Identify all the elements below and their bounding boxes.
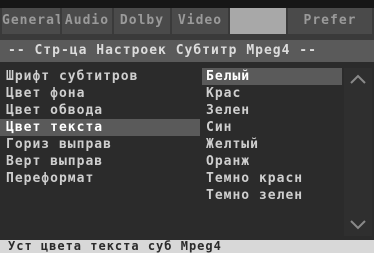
option-yellow[interactable]: Желтый: [202, 136, 342, 153]
tab-general[interactable]: General: [2, 8, 60, 34]
tab-audio[interactable]: Audio: [62, 8, 112, 34]
page-title: -- Стр-ца Настроек Субтитр Mpeg4 --: [0, 40, 374, 62]
setting-background-color[interactable]: Цвет фона: [0, 85, 200, 102]
settings-panel: Шрифт субтитров Цвет фона Цвет обвода Цв…: [0, 62, 374, 240]
option-green[interactable]: Зелен: [202, 102, 342, 119]
chevron-up-icon[interactable]: [350, 74, 366, 84]
tab-video[interactable]: Video: [172, 8, 228, 34]
tab-prefer[interactable]: Prefer: [288, 8, 372, 34]
option-white[interactable]: Белый: [202, 68, 342, 85]
setting-vertical-align[interactable]: Верт выправ: [0, 153, 200, 170]
options-scrollbar[interactable]: [344, 68, 372, 236]
options-list: Белый Крас Зелен Син Желтый Оранж Темно …: [202, 68, 342, 204]
option-dark-red[interactable]: Темно красн: [202, 170, 342, 187]
status-bar: Уст цвета текста суб Mpeg4: [0, 240, 374, 253]
option-dark-green[interactable]: Темно зелен: [202, 187, 342, 204]
top-band: [0, 0, 374, 8]
setting-outline-color[interactable]: Цвет обвода: [0, 102, 200, 119]
tab-selected[interactable]: [230, 8, 286, 34]
osd-screen: General Audio Dolby Video Prefer -- Стр-…: [0, 0, 374, 253]
setting-horizontal-align[interactable]: Гориз выправ: [0, 136, 200, 153]
option-orange[interactable]: Оранж: [202, 153, 342, 170]
chevron-down-icon[interactable]: [350, 220, 366, 230]
setting-subtitle-font[interactable]: Шрифт субтитров: [0, 68, 200, 85]
option-blue[interactable]: Син: [202, 119, 342, 136]
setting-reformat[interactable]: Переформат: [0, 170, 200, 187]
tab-bar: General Audio Dolby Video Prefer: [2, 8, 372, 34]
settings-list: Шрифт субтитров Цвет фона Цвет обвода Цв…: [0, 68, 200, 187]
option-red[interactable]: Крас: [202, 85, 342, 102]
tab-dolby[interactable]: Dolby: [114, 8, 170, 34]
setting-text-color[interactable]: Цвет текста: [0, 119, 200, 136]
